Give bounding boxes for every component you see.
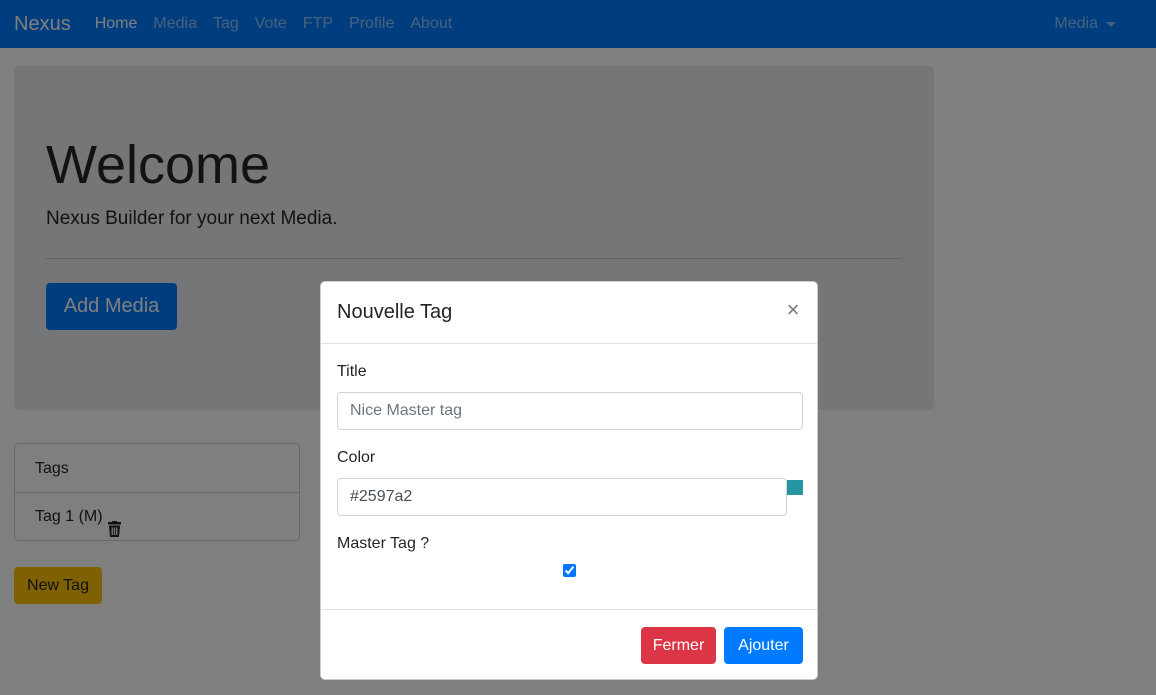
master-tag-checkbox[interactable] bbox=[563, 564, 576, 577]
master-tag-label: Master Tag ? bbox=[337, 535, 430, 552]
modal-header: Nouvelle Tag × bbox=[321, 282, 817, 344]
title-input[interactable] bbox=[337, 392, 803, 430]
color-label: Color bbox=[337, 449, 376, 466]
color-swatch[interactable] bbox=[787, 480, 803, 495]
title-label: Title bbox=[337, 363, 367, 380]
close-icon[interactable]: × bbox=[783, 298, 803, 322]
new-tag-modal: Nouvelle Tag × Title Color Master Tag ? … bbox=[320, 281, 818, 680]
submit-button[interactable]: Ajouter bbox=[724, 627, 803, 664]
cancel-button[interactable]: Fermer bbox=[641, 627, 716, 664]
color-input[interactable] bbox=[337, 478, 787, 516]
modal-title: Nouvelle Tag bbox=[337, 301, 453, 323]
modal-footer-divider bbox=[321, 609, 817, 610]
